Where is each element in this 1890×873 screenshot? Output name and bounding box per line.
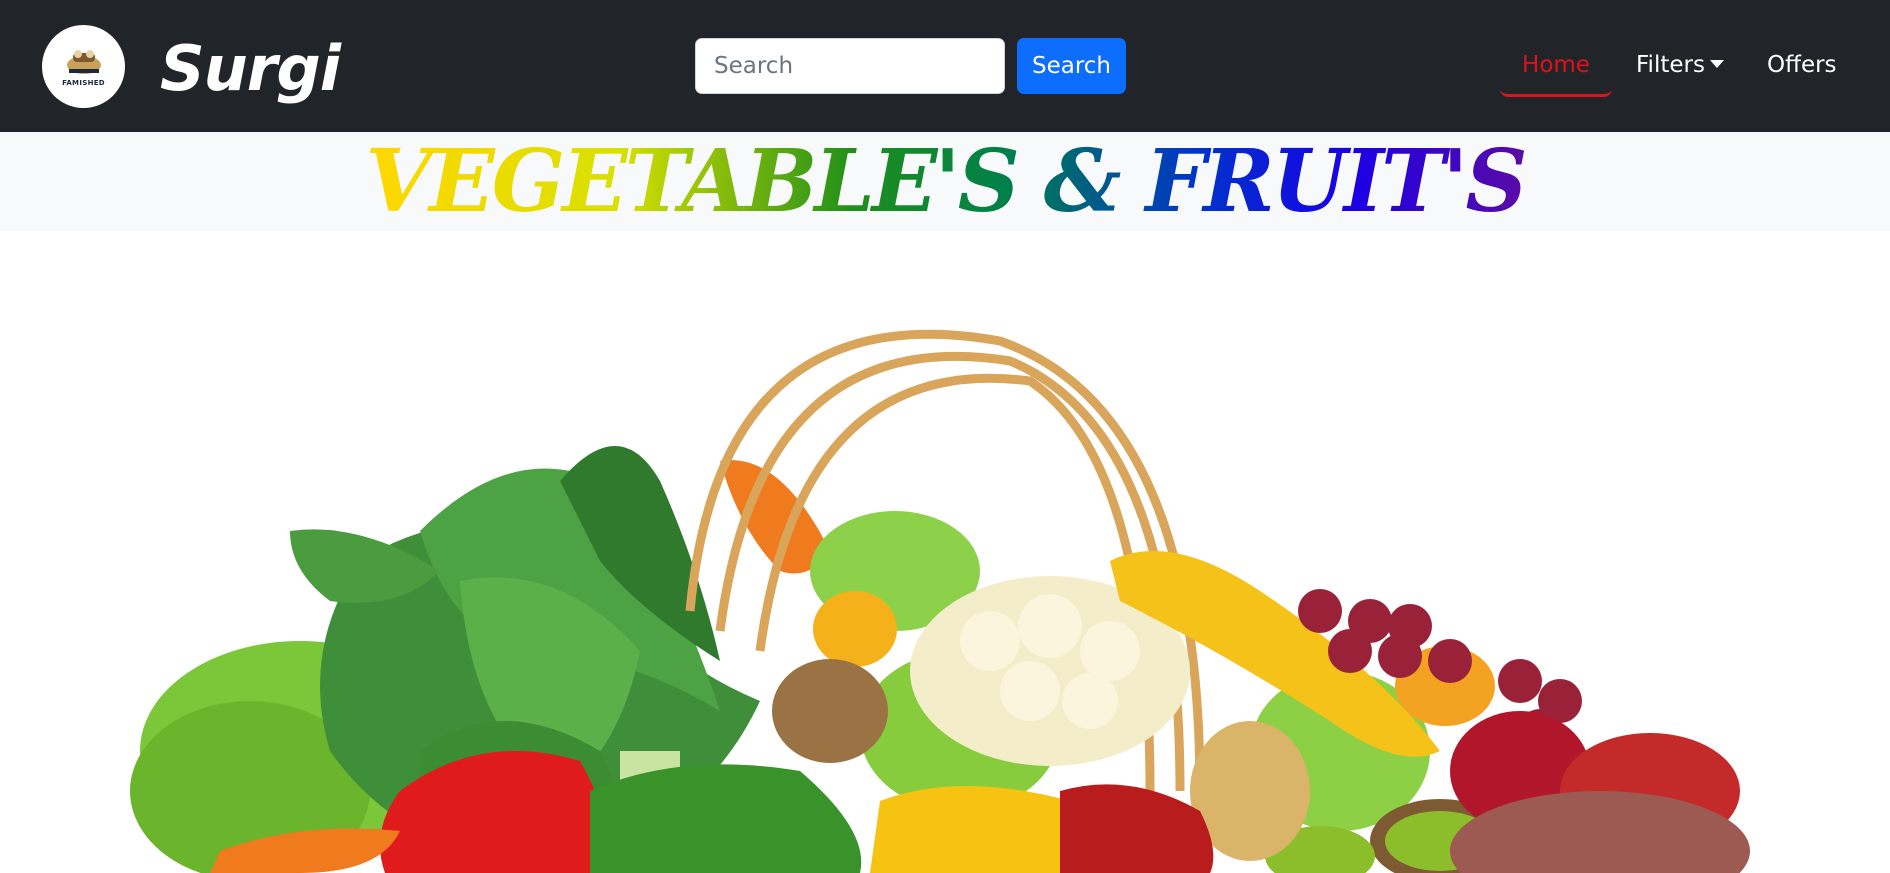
search-input[interactable]	[695, 38, 1005, 94]
nav-offers-link[interactable]: Offers	[1767, 42, 1837, 88]
vegetable-basket-illustration	[130, 329, 1750, 873]
logo-text: FAMISHED	[62, 78, 105, 87]
page-title: VEGETABLE'S & FRUIT'S	[365, 131, 1527, 232]
chef-logo-icon	[66, 49, 101, 74]
orange	[813, 591, 897, 667]
green-pepper	[590, 764, 862, 873]
yellow-pepper	[870, 786, 1093, 873]
brand-name[interactable]: Surgi	[160, 30, 341, 108]
nav-offers-label: Offers	[1767, 52, 1837, 78]
kiwi	[772, 659, 888, 763]
nav-filters-label: Filters	[1636, 52, 1705, 78]
caret-down-icon	[1709, 59, 1724, 68]
site-logo[interactable]: FAMISHED	[42, 25, 125, 108]
nav-home-link[interactable]: Home	[1500, 42, 1612, 97]
hero-image	[0, 231, 1890, 873]
top-navbar: FAMISHED Surgi Search Home Filters Offer…	[0, 0, 1890, 132]
nav-filters-dropdown[interactable]: Filters	[1636, 42, 1724, 88]
search-button[interactable]: Search	[1017, 38, 1126, 94]
title-banner: VEGETABLE'S & FRUIT'S	[0, 132, 1890, 231]
nav-home-label: Home	[1522, 52, 1590, 78]
